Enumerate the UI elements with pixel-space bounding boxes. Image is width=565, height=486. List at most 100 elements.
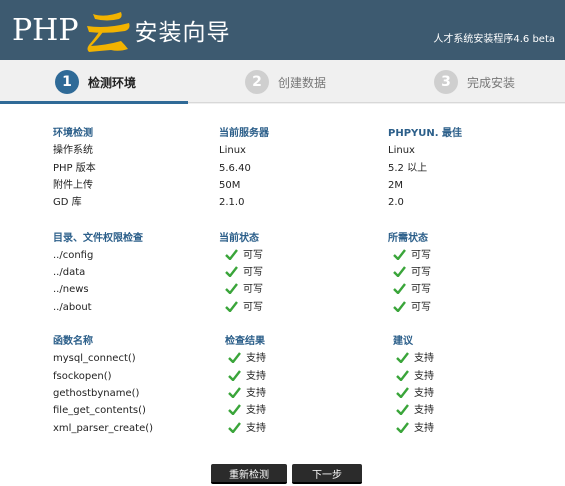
page-title: 安装向导	[134, 20, 231, 46]
env-current: 50M	[219, 180, 241, 191]
func-name: file_get_contents()	[53, 405, 146, 416]
table-row: mysql_connect() 支持 支持	[0, 350, 565, 367]
dirs-header-row: 目录、文件权限检查 当前状态 所需状态	[0, 230, 565, 247]
logo: PHP 安装向导	[12, 6, 231, 54]
step-progress-track	[188, 102, 565, 103]
table-row: 附件上传 50M 2M	[0, 177, 565, 194]
env-header-row: 环境检测 当前服务器 PHPYUN. 最佳	[0, 125, 565, 142]
check-icon	[396, 421, 409, 433]
func-result: 支持	[246, 353, 266, 364]
check-icon	[396, 369, 409, 381]
table-row: fsockopen() 支持 支持	[0, 368, 565, 385]
dir-path: ../data	[53, 267, 86, 278]
table-row: file_get_contents() 支持 支持	[0, 402, 565, 419]
func-name: xml_parser_create()	[53, 423, 154, 434]
dir-path: ../about	[53, 302, 92, 313]
funcs-header-row: 函数名称 检查结果 建议	[0, 333, 565, 350]
table-row: PHP 版本 5.6.40 5.2 以上	[0, 160, 565, 177]
env-name: GD 库	[53, 197, 82, 208]
step-number: 2	[245, 70, 269, 94]
table-row: xml_parser_create() 支持 支持	[0, 420, 565, 437]
dir-current-status: 可写	[243, 267, 263, 278]
check-icon	[228, 351, 241, 363]
func-result: 支持	[246, 405, 266, 416]
func-result: 支持	[246, 388, 266, 399]
dirs-header-check: 目录、文件权限检查	[53, 233, 143, 244]
check-icon	[225, 265, 238, 277]
func-suggest: 支持	[414, 405, 434, 416]
env-best: 2.0	[388, 197, 404, 208]
dir-required-status: 可写	[411, 284, 431, 295]
env-name: PHP 版本	[53, 163, 96, 174]
step-label: 完成安装	[467, 75, 516, 90]
check-icon	[396, 403, 409, 415]
func-name: fsockopen()	[53, 371, 112, 382]
check-icon	[393, 248, 406, 260]
env-current: Linux	[219, 145, 246, 156]
func-result: 支持	[246, 423, 266, 434]
env-header-best: PHPYUN. 最佳	[388, 128, 463, 139]
header: PHP 安装向导 人才系统安装程序4.6 beta	[0, 0, 565, 60]
env-best: 2M	[388, 180, 403, 191]
dir-path: ../news	[53, 284, 89, 295]
env-header-current: 当前服务器	[219, 128, 269, 139]
cloud-logo-icon	[86, 12, 130, 52]
check-icon	[228, 421, 241, 433]
func-suggest: 支持	[414, 423, 434, 434]
func-name: mysql_connect()	[53, 353, 136, 364]
step-create-data: 2 创建数据	[245, 60, 326, 104]
table-row: 操作系统 Linux Linux	[0, 142, 565, 159]
dir-current-status: 可写	[243, 250, 263, 261]
func-suggest: 支持	[414, 353, 434, 364]
check-icon	[228, 403, 241, 415]
env-best: 5.2 以上	[388, 163, 428, 174]
table-row: ../config 可写 可写	[0, 247, 565, 264]
func-suggest: 支持	[414, 388, 434, 399]
env-name: 附件上传	[53, 180, 93, 191]
func-result: 支持	[246, 371, 266, 382]
dirs-header-required: 所需状态	[388, 233, 428, 244]
check-icon	[393, 282, 406, 294]
step-label: 检测环境	[88, 75, 137, 90]
step-detect-environment: 1 检测环境	[55, 60, 136, 104]
step-progress-bar	[0, 101, 188, 104]
env-best: Linux	[388, 145, 415, 156]
funcs-header-name: 函数名称	[53, 336, 93, 347]
env-current: 5.6.40	[219, 163, 251, 174]
check-icon	[225, 248, 238, 260]
env-current: 2.1.0	[219, 197, 245, 208]
func-suggest: 支持	[414, 371, 434, 382]
check-icon	[393, 265, 406, 277]
check-icon	[393, 300, 406, 312]
funcs-header-suggest: 建议	[393, 336, 413, 347]
funcs-header-result: 检查结果	[225, 336, 265, 347]
func-name: gethostbyname()	[53, 388, 140, 399]
table-row: GD 库 2.1.0 2.0	[0, 194, 565, 211]
step-complete-install: 3 完成安装	[434, 60, 515, 104]
check-icon	[396, 351, 409, 363]
dir-current-status: 可写	[243, 284, 263, 295]
dir-current-status: 可写	[243, 302, 263, 313]
step-number: 1	[55, 70, 79, 94]
table-row: ../news 可写 可写	[0, 281, 565, 298]
dir-required-status: 可写	[411, 267, 431, 278]
dirs-header-current: 当前状态	[219, 233, 259, 244]
env-header-check: 环境检测	[53, 128, 93, 139]
check-icon	[228, 386, 241, 398]
table-row: ../about 可写 可写	[0, 299, 565, 316]
check-icon	[225, 300, 238, 312]
check-icon	[228, 369, 241, 381]
table-row: ../data 可写 可写	[0, 264, 565, 281]
next-step-button[interactable]: 下一步	[292, 464, 362, 484]
env-name: 操作系统	[53, 145, 93, 156]
dir-path: ../config	[53, 250, 94, 261]
table-row: gethostbyname() 支持 支持	[0, 385, 565, 402]
logo-text: PHP	[12, 12, 79, 48]
check-icon	[225, 282, 238, 294]
step-bar: 1 检测环境 2 创建数据 3 完成安装	[0, 60, 565, 104]
recheck-button[interactable]: 重新检测	[211, 464, 287, 484]
step-label: 创建数据	[278, 75, 327, 90]
dir-required-status: 可写	[411, 250, 431, 261]
step-number: 3	[434, 70, 458, 94]
check-icon	[396, 386, 409, 398]
